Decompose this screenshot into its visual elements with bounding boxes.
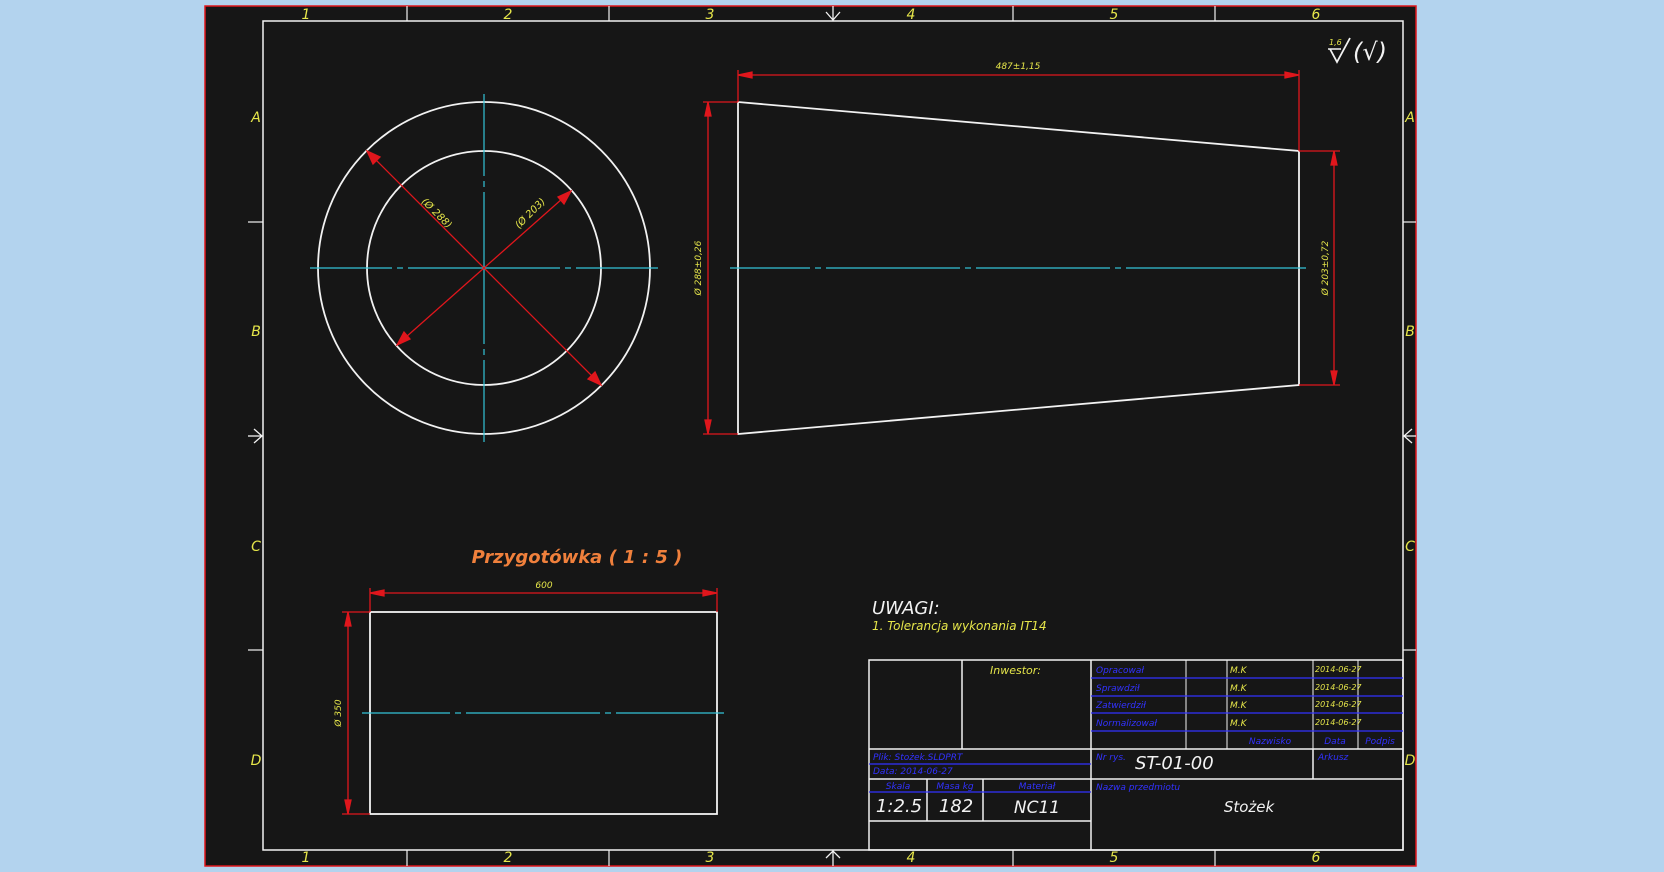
zone-row-b-left: B (251, 324, 261, 340)
zone-row-b-right: B (1405, 324, 1415, 340)
part-name-label: Nazwa przedmiotu (1096, 783, 1180, 793)
col-header-name: Nazwisko (1249, 737, 1292, 747)
zone-col-4-top: 4 (907, 7, 916, 23)
drawing-sheet (204, 5, 1417, 867)
zone-row-d-left: D (251, 753, 262, 769)
zone-row-a-right: A (1404, 110, 1415, 126)
roughness-paren: (√) (1353, 38, 1387, 66)
role-2-name: M.K (1230, 684, 1248, 694)
zone-col-1-bottom: 1 (302, 850, 311, 866)
zone-row-a-left: A (250, 110, 261, 126)
mass-label: Masa kg (936, 782, 974, 792)
zone-col-3-top: 3 (706, 7, 715, 23)
role-2: Sprawdził (1096, 684, 1140, 694)
note-item-1: 1. Tolerancja wykonania IT14 (872, 619, 1047, 633)
drawing-no-label: Nr rys. (1096, 753, 1126, 763)
roughness-value: 1,6 (1329, 38, 1342, 47)
role-4: Normalizował (1096, 719, 1157, 729)
blank-title: Przygotówka ( 1 : 5 ) (472, 547, 683, 568)
scale-label: Skala (886, 782, 910, 792)
drawing-canvas[interactable]: 1 2 3 4 5 6 1 2 3 4 5 6 A B C D A B C D … (0, 0, 1664, 872)
blank-length-label: 600 (535, 581, 552, 591)
zone-row-d-right: D (1405, 753, 1416, 769)
role-1: Opracował (1096, 666, 1144, 676)
left-diameter-label: Ø 288±0,26 (693, 240, 704, 296)
zone-col-5-top: 5 (1110, 7, 1119, 23)
material-label: Materiał (1019, 782, 1056, 792)
zone-col-6-bottom: 6 (1312, 850, 1321, 866)
material-value: NC11 (1014, 798, 1060, 818)
col-header-date: Data (1324, 737, 1346, 747)
right-diameter-label: Ø 203±0,72 (1320, 240, 1331, 296)
role-4-name: M.K (1230, 719, 1248, 729)
zone-col-4-bottom: 4 (907, 850, 916, 866)
role-1-name: M.K (1230, 666, 1248, 676)
notes-heading: UWAGI: (872, 598, 940, 619)
role-2-date: 2014-06-27 (1315, 683, 1362, 692)
zone-row-c-right: C (1405, 539, 1415, 555)
scale-value: 1:2.5 (876, 796, 922, 817)
drawing-number: ST-01-00 (1135, 753, 1214, 774)
zone-col-3-bottom: 3 (706, 850, 715, 866)
role-1-date: 2014-06-27 (1315, 665, 1362, 674)
zone-col-5-bottom: 5 (1110, 850, 1119, 866)
zone-col-6-top: 6 (1312, 7, 1321, 23)
zone-col-2-top: 2 (504, 7, 513, 23)
col-header-sign: Podpis (1365, 737, 1395, 747)
blank-diameter-label: Ø 350 (333, 699, 344, 727)
role-3-name: M.K (1230, 701, 1248, 711)
length-dim-label: 487±1,15 (996, 62, 1041, 72)
meta-file: Plik: Stożek.SLDPRT (873, 753, 964, 763)
mass-value: 182 (939, 796, 973, 817)
role-3: Zatwierdził (1095, 701, 1146, 711)
meta-date: Data: 2014-06-27 (873, 767, 953, 777)
zone-col-1-top: 1 (302, 7, 311, 23)
role-3-date: 2014-06-27 (1315, 700, 1362, 709)
zone-row-c-left: C (251, 539, 261, 555)
sheet-label: Arkusz (1317, 753, 1348, 763)
investor-label: Inwestor: (990, 664, 1041, 677)
zone-col-2-bottom: 2 (504, 850, 513, 866)
role-4-date: 2014-06-27 (1315, 718, 1362, 727)
part-name: Stożek (1224, 798, 1276, 816)
